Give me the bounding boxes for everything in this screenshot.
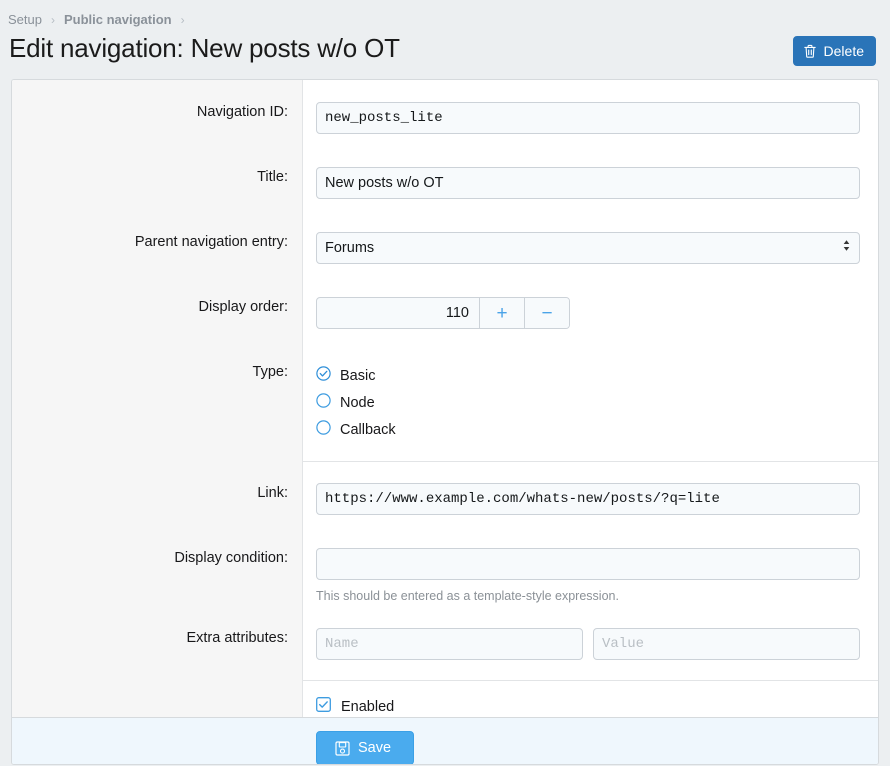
- radio-checked-icon: [316, 366, 331, 386]
- extra-attributes-label: Extra attributes:: [12, 628, 302, 648]
- form-footer: Save: [12, 717, 878, 765]
- page-header: Edit navigation: New posts w/o OT Delete: [0, 30, 890, 73]
- breadcrumb-item-public-navigation[interactable]: Public navigation: [64, 12, 172, 27]
- title-input[interactable]: [316, 167, 860, 199]
- type-option-node-label: Node: [340, 395, 375, 411]
- display-condition-input[interactable]: [316, 548, 860, 580]
- display-condition-hint: This should be entered as a template-sty…: [316, 580, 860, 604]
- type-option-callback[interactable]: Callback: [316, 416, 860, 443]
- link-label: Link:: [12, 483, 302, 503]
- display-order-input[interactable]: [317, 298, 479, 328]
- row-display-order: Display order: + −: [12, 264, 878, 329]
- save-disk-icon: [335, 741, 350, 756]
- type-option-basic[interactable]: Basic: [316, 362, 860, 389]
- display-condition-label: Display condition:: [12, 548, 302, 568]
- type-option-basic-label: Basic: [340, 368, 375, 384]
- navigation-id-input[interactable]: [316, 102, 860, 134]
- delete-button-label: Delete: [824, 43, 864, 59]
- trash-icon: [803, 44, 817, 59]
- row-parent-navigation-entry: Parent navigation entry: Forums: [12, 199, 878, 264]
- breadcrumb-separator-icon: ›: [42, 14, 64, 26]
- edit-navigation-form-panel: Navigation ID: Title: Parent navigation …: [11, 79, 879, 765]
- breadcrumb-separator-icon: ›: [172, 14, 194, 26]
- display-order-decrement-button[interactable]: −: [524, 298, 569, 328]
- save-button-label: Save: [358, 740, 391, 756]
- link-input[interactable]: [316, 483, 860, 515]
- row-navigation-id: Navigation ID:: [12, 80, 878, 134]
- row-link: Link:: [12, 462, 878, 515]
- row-title: Title:: [12, 134, 878, 199]
- type-label: Type:: [12, 362, 302, 382]
- enabled-checkbox[interactable]: Enabled: [316, 697, 860, 717]
- row-type: Type: Basic: [12, 329, 878, 443]
- type-option-callback-label: Callback: [340, 422, 396, 438]
- breadcrumb: Setup › Public navigation ›: [0, 0, 890, 30]
- radio-unchecked-icon: [316, 420, 331, 440]
- delete-button[interactable]: Delete: [793, 36, 876, 66]
- row-extra-attributes: Extra attributes:: [12, 604, 878, 660]
- row-display-condition: Display condition: This should be entere…: [12, 515, 878, 604]
- parent-navigation-entry-select[interactable]: Forums: [316, 232, 860, 264]
- extra-attribute-name-input[interactable]: [316, 628, 583, 660]
- parent-navigation-entry-label: Parent navigation entry:: [12, 232, 302, 252]
- navigation-id-label: Navigation ID:: [12, 102, 302, 122]
- display-order-increment-button[interactable]: +: [479, 298, 524, 328]
- page-title: Edit navigation: New posts w/o OT: [9, 30, 400, 65]
- radio-unchecked-icon: [316, 393, 331, 413]
- row-enabled: Enabled: [12, 681, 878, 717]
- extra-attribute-value-input[interactable]: [593, 628, 860, 660]
- enabled-checkbox-label: Enabled: [341, 699, 394, 715]
- display-order-label: Display order:: [12, 297, 302, 317]
- checkbox-checked-icon: [316, 697, 331, 717]
- display-order-stepper: + −: [316, 297, 570, 329]
- title-label: Title:: [12, 167, 302, 187]
- type-option-node[interactable]: Node: [316, 389, 860, 416]
- breadcrumb-item-setup[interactable]: Setup: [8, 12, 42, 27]
- form-body: Navigation ID: Title: Parent navigation …: [12, 80, 878, 717]
- save-button[interactable]: Save: [316, 731, 414, 765]
